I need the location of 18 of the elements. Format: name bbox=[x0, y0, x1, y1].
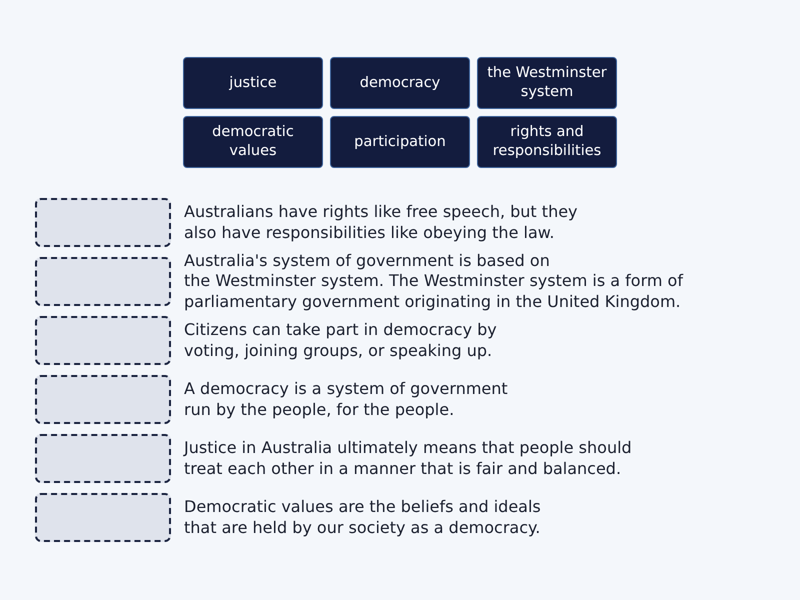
drop-zone[interactable] bbox=[35, 316, 171, 365]
answer-tile[interactable]: the Westminster system bbox=[477, 57, 617, 109]
drop-zone[interactable] bbox=[35, 493, 171, 542]
drop-zone[interactable] bbox=[35, 434, 171, 483]
statement-text: Democratic values are the beliefs and ideals that are held by our society as a democracy. bbox=[184, 497, 542, 538]
statement-text: Australia's system of government is based on the Westminster system. The Westminster system is a form of parliamentary government originating in the United Kingdom. bbox=[184, 250, 684, 312]
statement-text: Citizens can take part in democracy by voting, joining groups, or speaking up. bbox=[184, 320, 498, 361]
answer-tile[interactable]: rights and responsibilities bbox=[477, 116, 617, 168]
answer-tile[interactable]: participation bbox=[330, 116, 470, 168]
drop-zone[interactable] bbox=[35, 375, 171, 424]
drop-zone[interactable] bbox=[35, 257, 171, 306]
answer-tile[interactable]: justice bbox=[183, 57, 323, 109]
statement-text: A democracy is a system of government run by the people, for the people. bbox=[184, 379, 509, 420]
answer-tile[interactable]: democracy bbox=[330, 57, 470, 109]
statement-text: Australians have rights like free speech, but they also have responsibilities like obeying the law. bbox=[184, 202, 579, 243]
drop-zone[interactable] bbox=[35, 198, 171, 247]
statement-text: Justice in Australia ultimately means that people should treat each other in a manner that is fair and balanced. bbox=[184, 438, 633, 479]
answer-tile[interactable]: democratic values bbox=[183, 116, 323, 168]
